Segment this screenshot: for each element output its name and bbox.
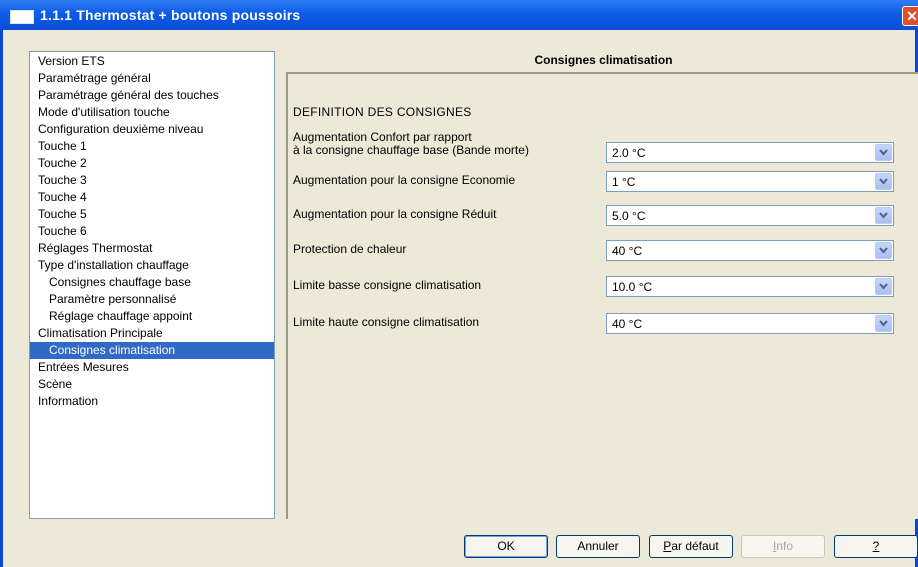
param-label: Limite haute consigne climatisation [293, 316, 479, 329]
help-label: ? [872, 539, 880, 553]
tree-item[interactable]: Réglages Thermostat [30, 240, 274, 257]
param-value: 1 °C [612, 175, 636, 189]
tree-item[interactable]: Paramètre personnalisé [30, 291, 274, 308]
default-button[interactable]: Par défaut [649, 535, 733, 558]
tree-item[interactable]: Touche 3 [30, 172, 274, 189]
param-label-line: Augmentation pour la consigne Economie [293, 173, 516, 187]
tree-item[interactable]: Touche 2 [30, 155, 274, 172]
param-dropdown[interactable]: 10.0 °C [606, 276, 894, 297]
chevron-down-icon[interactable] [875, 173, 892, 190]
param-value: 5.0 °C [612, 209, 646, 223]
param-label: Augmentation Confort par rapport à la con… [293, 131, 529, 157]
param-label-line: Limite basse consigne climatisation [293, 278, 482, 292]
parameter-tree[interactable]: Version ETS Paramétrage général Paramétrag… [29, 51, 275, 519]
tree-item[interactable]: Réglage chauffage appoint [30, 308, 274, 325]
tree-item[interactable]: Touche 5 [30, 206, 274, 223]
param-value: 2.0 °C [612, 146, 646, 160]
dialog-window: 1.1.1 Thermostat + boutons poussoirs ✕ V… [0, 0, 918, 567]
tree-item[interactable]: Paramétrage général des touches [30, 87, 274, 104]
tree-item[interactable]: Entrées Mesures [30, 359, 274, 376]
param-dropdown[interactable]: 40 °C [606, 313, 894, 334]
info-label: nfo [776, 539, 794, 553]
param-dropdown[interactable]: 1 °C [606, 171, 894, 192]
tree-item[interactable]: Scène [30, 376, 274, 393]
chevron-down-icon[interactable] [875, 207, 892, 224]
param-value: 40 °C [612, 317, 643, 331]
param-label-line: Limite haute consigne climatisation [293, 315, 480, 329]
tree-item[interactable]: Mode d'utilisation touche [30, 104, 274, 121]
ok-button[interactable]: OK [464, 535, 548, 558]
param-label: Protection de chaleur [293, 243, 406, 256]
info-button: Info [741, 535, 825, 558]
param-dropdown[interactable]: 2.0 °C [606, 142, 894, 163]
param-label-line: à la consigne chauffage base (Bande mort… [293, 143, 529, 157]
default-label: ar défaut [671, 539, 719, 553]
param-label: Augmentation pour la consigne Réduit [293, 208, 496, 221]
chevron-down-icon[interactable] [875, 242, 892, 259]
tree-item[interactable]: Consignes climatisation [30, 342, 274, 359]
param-label: Limite basse consigne climatisation [293, 279, 481, 292]
tree-item[interactable]: Touche 1 [30, 138, 274, 155]
close-button[interactable]: ✕ [902, 6, 918, 26]
tree-item[interactable]: Information [30, 393, 274, 410]
help-button[interactable]: ? [834, 535, 918, 558]
section-title: DEFINITION DES CONSIGNES [293, 105, 472, 119]
panel-title: Consignes climatisation [534, 53, 673, 67]
tree-item[interactable]: Touche 6 [30, 223, 274, 240]
tree-item[interactable]: Paramétrage général [30, 70, 274, 87]
tree-item[interactable]: Type d'installation chauffage [30, 257, 274, 274]
chevron-down-icon[interactable] [875, 278, 892, 295]
chevron-down-icon[interactable] [875, 315, 892, 332]
tree-item[interactable]: Consignes chauffage base [30, 274, 274, 291]
param-label-line: Protection de chaleur [293, 242, 407, 256]
window-icon [10, 10, 34, 24]
param-label: Augmentation pour la consigne Economie [293, 174, 515, 187]
title-bar[interactable]: 1.1.1 Thermostat + boutons poussoirs ✕ [0, 0, 918, 30]
tree-item[interactable]: Climatisation Principale [30, 325, 274, 342]
tree-item[interactable]: Configuration deuxième niveau [30, 121, 274, 138]
window-title: 1.1.1 Thermostat + boutons poussoirs [40, 7, 301, 23]
tree-item[interactable]: Version ETS [30, 53, 274, 70]
tree-item[interactable]: Touche 4 [30, 189, 274, 206]
param-dropdown[interactable]: 40 °C [606, 240, 894, 261]
param-value: 40 °C [612, 244, 643, 258]
param-dropdown[interactable]: 5.0 °C [606, 205, 894, 226]
param-label-line: Augmentation pour la consigne Réduit [293, 207, 497, 221]
chevron-down-icon[interactable] [875, 144, 892, 161]
cancel-button[interactable]: Annuler [556, 535, 640, 558]
param-value: 10.0 °C [612, 280, 653, 294]
